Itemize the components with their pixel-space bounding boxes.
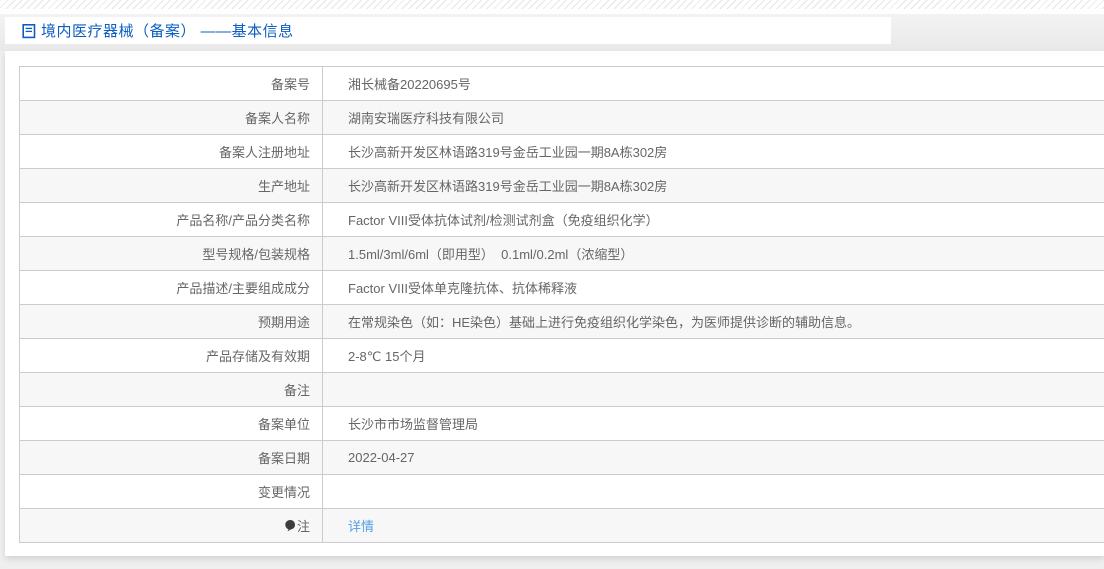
info-table-body: 备案号 湘长械备20220695号 备案人名称 湖南安瑞医疗科技有限公司 备案人注册地址… xyxy=(19,66,1104,543)
table-row: 生产地址 长沙高新开发区林语路319号金岳工业园一期8A栋302房 xyxy=(19,168,1104,203)
table-row: 产品存储及有效期 2-8℃ 15个月 xyxy=(19,338,1104,373)
table-row: 备注 xyxy=(19,372,1104,407)
table-row: 型号规格/包装规格 1.5ml/3ml/6ml（即用型） 0.1ml/0.2ml（… xyxy=(19,236,1104,271)
document-icon xyxy=(22,23,36,39)
row-label: 生产地址 xyxy=(19,168,323,203)
row-value: 1.5ml/3ml/6ml（即用型） 0.1ml/0.2ml（浓缩型） xyxy=(322,236,1104,271)
row-value xyxy=(322,474,1104,509)
table-container: 备案号 湘长械备20220695号 备案人名称 湖南安瑞医疗科技有限公司 备案人注册地址… xyxy=(19,66,1104,543)
content-panel: 备案号 湘长械备20220695号 备案人名称 湖南安瑞医疗科技有限公司 备案人注册地址… xyxy=(5,51,1104,556)
row-label: 注 xyxy=(19,508,323,543)
row-label: 备案日期 xyxy=(19,440,323,475)
table-row: 产品名称/产品分类名称 Factor VIII受体抗体试剂/检测试剂盒（免疫组织化… xyxy=(19,202,1104,237)
note-icon xyxy=(284,519,296,536)
table-row: 产品描述/主要组成成分 Factor VIII受体单克隆抗体、抗体稀释液 xyxy=(19,270,1104,305)
detail-link[interactable]: 详情 xyxy=(348,519,374,534)
row-label: 变更情况 xyxy=(19,474,323,509)
table-row: 预期用途 在常规染色（如：HE染色）基础上进行免疫组织化学染色，为医师提供诊断的辅… xyxy=(19,304,1104,339)
row-label: 备案号 xyxy=(19,66,323,101)
row-label: 预期用途 xyxy=(19,304,323,339)
row-value: 长沙市市场监督管理局 xyxy=(322,406,1104,441)
header-band: 境内医疗器械（备案） ——基本信息 xyxy=(0,14,1104,51)
info-table: 备案号 湘长械备20220695号 备案人名称 湖南安瑞医疗科技有限公司 备案人注册地址… xyxy=(19,66,1104,543)
row-value xyxy=(322,372,1104,407)
table-row: 备案人名称 湖南安瑞医疗科技有限公司 xyxy=(19,100,1104,135)
row-label: 型号规格/包装规格 xyxy=(19,236,323,271)
table-row: 备案号 湘长械备20220695号 xyxy=(19,66,1104,101)
page-top-texture xyxy=(0,0,1104,9)
row-label: 备注 xyxy=(19,372,323,407)
row-value: 2022-04-27 xyxy=(322,440,1104,475)
row-label: 备案单位 xyxy=(19,406,323,441)
row-value: 2-8℃ 15个月 xyxy=(322,338,1104,373)
row-value: 湘长械备20220695号 xyxy=(322,66,1104,101)
page-title: 境内医疗器械（备案） ——基本信息 xyxy=(41,23,294,40)
row-label: 备案人注册地址 xyxy=(19,134,323,169)
row-label: 产品存储及有效期 xyxy=(19,338,323,373)
row-value: 在常规染色（如：HE染色）基础上进行免疫组织化学染色，为医师提供诊断的辅助信息。 xyxy=(322,304,1104,339)
row-label: 产品名称/产品分类名称 xyxy=(19,202,323,237)
row-value: Factor VIII受体抗体试剂/检测试剂盒（免疫组织化学） xyxy=(322,202,1104,237)
row-value: 长沙高新开发区林语路319号金岳工业园一期8A栋302房 xyxy=(322,134,1104,169)
row-value: 详情 xyxy=(322,508,1104,543)
row-label: 备案人名称 xyxy=(19,100,323,135)
table-row: 备案日期 2022-04-27 xyxy=(19,440,1104,475)
row-value: 长沙高新开发区林语路319号金岳工业园一期8A栋302房 xyxy=(322,168,1104,203)
row-value: 湖南安瑞医疗科技有限公司 xyxy=(322,100,1104,135)
table-row: 备案单位 长沙市市场监督管理局 xyxy=(19,406,1104,441)
row-value: Factor VIII受体单克隆抗体、抗体稀释液 xyxy=(322,270,1104,305)
row-label: 产品描述/主要组成成分 xyxy=(19,270,323,305)
page-title-tab: 境内医疗器械（备案） ——基本信息 xyxy=(5,17,891,44)
table-row: 变更情况 xyxy=(19,474,1104,509)
table-row: 备案人注册地址 长沙高新开发区林语路319号金岳工业园一期8A栋302房 xyxy=(19,134,1104,169)
table-row: 注 详情 xyxy=(19,508,1104,543)
